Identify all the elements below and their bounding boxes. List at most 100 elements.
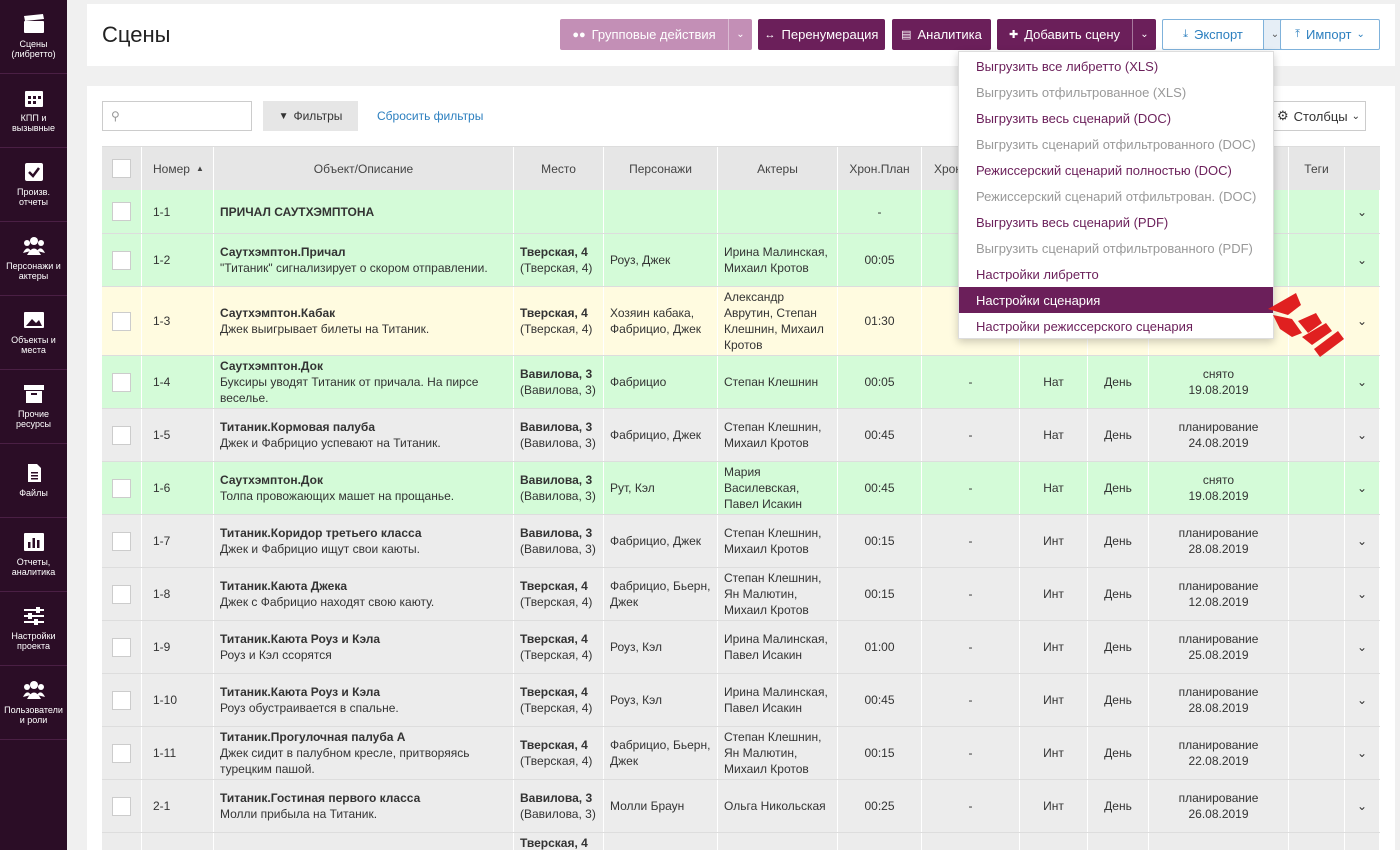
scene-object-text: ПРИЧАЛ САУТХЭМПТОНА [220, 204, 374, 220]
header-object[interactable]: Объект/Описание [214, 147, 514, 190]
table-row[interactable]: 1-9 Титаник.Каюта Роуз и Кэла Роуз и Кэл с… [102, 621, 1380, 674]
analytics-button[interactable]: ▤ Аналитика [892, 19, 991, 50]
row-expand-cell[interactable]: ⌄ [1345, 621, 1380, 673]
row-checkbox[interactable] [112, 531, 131, 551]
filters-button[interactable]: ▼ Фильтры [263, 101, 358, 131]
row-expand-cell[interactable]: ⌄ [1345, 234, 1380, 286]
row-checkbox[interactable] [112, 372, 131, 392]
import-button[interactable]: ⤒ Импорт ⌄ [1280, 19, 1380, 50]
group-actions-caret[interactable]: ⌄ [728, 19, 752, 50]
table-row[interactable]: 1-6 Саутхэмптон.Док Толпа провожающих маше… [102, 462, 1380, 515]
sidebar-item-kpp[interactable]: КПП и вызывные [0, 74, 67, 148]
table-row[interactable]: 1-10 Титаник.Каюта Роуз и Кэла Роуз обустр… [102, 674, 1380, 727]
sidebar-item-analytics[interactable]: Отчеты, аналитика [0, 518, 67, 592]
row-expand-cell[interactable]: ⌄ [1345, 568, 1380, 620]
search-input[interactable]: ⚲ [102, 101, 252, 131]
row-expand-cell[interactable]: ⌄ [1345, 287, 1380, 355]
row-select-cell [102, 190, 142, 233]
row-expand-cell[interactable]: ⌄ [1345, 780, 1380, 832]
row-checkbox[interactable] [112, 743, 131, 763]
sidebar-item-resources[interactable]: Прочие ресурсы [0, 370, 67, 444]
scene-status-date: 25.08.2019 [1188, 648, 1249, 662]
sidebar-item-objects[interactable]: Объекты и места [0, 296, 67, 370]
header-actors[interactable]: Актеры [718, 147, 838, 190]
header-characters[interactable]: Персонажи [604, 147, 718, 190]
row-checkbox[interactable] [112, 250, 131, 270]
table-row[interactable]: 1-11 Титаник.Прогулочная палуба А Джек сид… [102, 727, 1380, 780]
row-checkbox[interactable] [112, 311, 131, 331]
people-icon [22, 237, 45, 255]
row-checkbox[interactable] [112, 478, 131, 498]
export-menu-item[interactable]: Настройки режиссерского сценария [959, 313, 1273, 339]
export-button[interactable]: ⤓ Экспорт [1162, 19, 1264, 50]
scene-object-title: Титаник.Прогулочная палуба А [220, 730, 406, 744]
group-actions-button[interactable]: ●● Групповые действия [560, 19, 728, 50]
row-expand-cell[interactable]: ⌄ [1345, 356, 1380, 408]
scene-object-cell: Титаник.Кормовая палуба Джек и Фабрицио у… [214, 409, 514, 461]
row-checkbox[interactable] [112, 690, 131, 710]
table-row[interactable]: 1-5 Титаник.Кормовая палуба Джек и Фабрици… [102, 409, 1380, 462]
export-menu-item[interactable]: Выгрузить весь сценарий (PDF) [959, 209, 1273, 235]
renumber-button[interactable]: ↔ Перенумерация [758, 19, 885, 50]
sidebar-item-characters[interactable]: Персонажи и актеры [0, 222, 67, 296]
header-place[interactable]: Место [514, 147, 604, 190]
header-chron-plan[interactable]: Хрон.План [838, 147, 922, 190]
sidebar-item-settings[interactable]: Настройки проекта [0, 592, 67, 666]
row-checkbox[interactable] [112, 202, 131, 221]
sidebar-item-label: Пользователи и роли [4, 705, 63, 725]
select-all-checkbox[interactable] [112, 159, 131, 178]
row-checkbox[interactable] [112, 425, 131, 445]
sidebar-item-reports[interactable]: Произв. отчеты [0, 148, 67, 222]
row-checkbox[interactable] [112, 584, 131, 604]
table-row[interactable]: 1-4 Саутхэмптон.Док Буксиры уводят Титаник… [102, 356, 1380, 409]
reset-filters-link[interactable]: Сбросить фильтры [377, 109, 483, 123]
scene-place-address: (Тверская, 4) [520, 261, 593, 275]
row-expand-cell[interactable]: ⌄ [1345, 515, 1380, 567]
chevron-down-icon: ⌄ [1356, 204, 1368, 219]
scene-actors: Степан Клешнин, Ян Малютин, Михаил Крото… [718, 727, 838, 779]
export-menu-item[interactable]: Выгрузить весь сценарий (DOC) [959, 105, 1273, 131]
table-row[interactable]: 2-1 Титаник.Гостиная первого класса Молли … [102, 780, 1380, 833]
table-row[interactable]: 1-7 Титаник.Коридор третьего класса Джек и… [102, 515, 1380, 568]
scene-actors: Степан Клешнин, Михаил Кротов [718, 409, 838, 461]
chevron-down-icon: ⌄ [1356, 428, 1368, 442]
scene-status-cell: планирование 12.08.2019 [1149, 568, 1289, 620]
add-scene-button[interactable]: ✚ Добавить сцену [997, 19, 1132, 50]
scene-status: планирование [1178, 526, 1259, 540]
row-checkbox[interactable] [112, 637, 131, 657]
scene-place-cell: Вавилова, 3 (Вавилова, 3) [514, 462, 604, 514]
export-menu-item[interactable]: Выгрузить все либретто (XLS) [959, 53, 1273, 79]
file-icon [27, 464, 41, 482]
row-checkbox[interactable] [112, 796, 131, 816]
export-menu-item[interactable]: Настройки сценария [959, 287, 1273, 313]
row-expand-cell[interactable]: ⌄ [1345, 727, 1380, 779]
scene-place-text: Тверская, 4 (Тверская, 4) [520, 631, 597, 663]
scene-status-date: 19.08.2019 [1188, 489, 1249, 503]
row-select-cell [102, 462, 142, 514]
sidebar-item-users[interactable]: Пользователи и роли [0, 666, 67, 740]
table-row[interactable]: 1-8 Титаник.Каюта Джека Джек с Фабрицио на… [102, 568, 1380, 621]
header-tags[interactable]: Теги [1289, 147, 1345, 190]
scene-status: планирование [1178, 791, 1259, 805]
scene-object-title: Саутхэмптон.Док [220, 473, 323, 487]
columns-button[interactable]: ⚙ Столбцы ⌄ [1271, 101, 1366, 131]
header-number[interactable]: Номер ▲ [142, 147, 214, 190]
row-expand-cell[interactable]: ⌄ [1345, 674, 1380, 726]
scene-place-cell: Тверская, 4 (Тверская, 4) [514, 234, 604, 286]
scene-chron-fact: - [922, 621, 1020, 673]
sidebar-item-scenes[interactable]: Сцены (либретто) [0, 0, 67, 74]
scene-actors: Степан Клешнин [718, 356, 838, 408]
download-icon: ⤓ [1183, 28, 1188, 40]
export-menu-item[interactable]: Настройки либретто [959, 261, 1273, 287]
sidebar-item-files[interactable]: Файлы [0, 444, 67, 518]
scene-place-text: Вавилова, 3 (Вавилова, 3) [520, 366, 597, 398]
row-expand-cell[interactable]: ⌄ [1345, 462, 1380, 514]
scene-place-address: (Тверская, 4) [520, 595, 593, 609]
export-menu-item[interactable]: Режиссерский сценарий полностью (DOC) [959, 157, 1273, 183]
row-expand-cell[interactable]: ⌄ [1345, 409, 1380, 461]
scene-status-date: 26.08.2019 [1188, 807, 1249, 821]
add-scene-caret[interactable]: ⌄ [1132, 19, 1156, 50]
scene-place-name: Вавилова, 3 [520, 526, 593, 540]
scene-characters: Фабрицио, Джек [604, 409, 718, 461]
row-expand-cell[interactable]: ⌄ [1345, 190, 1380, 233]
